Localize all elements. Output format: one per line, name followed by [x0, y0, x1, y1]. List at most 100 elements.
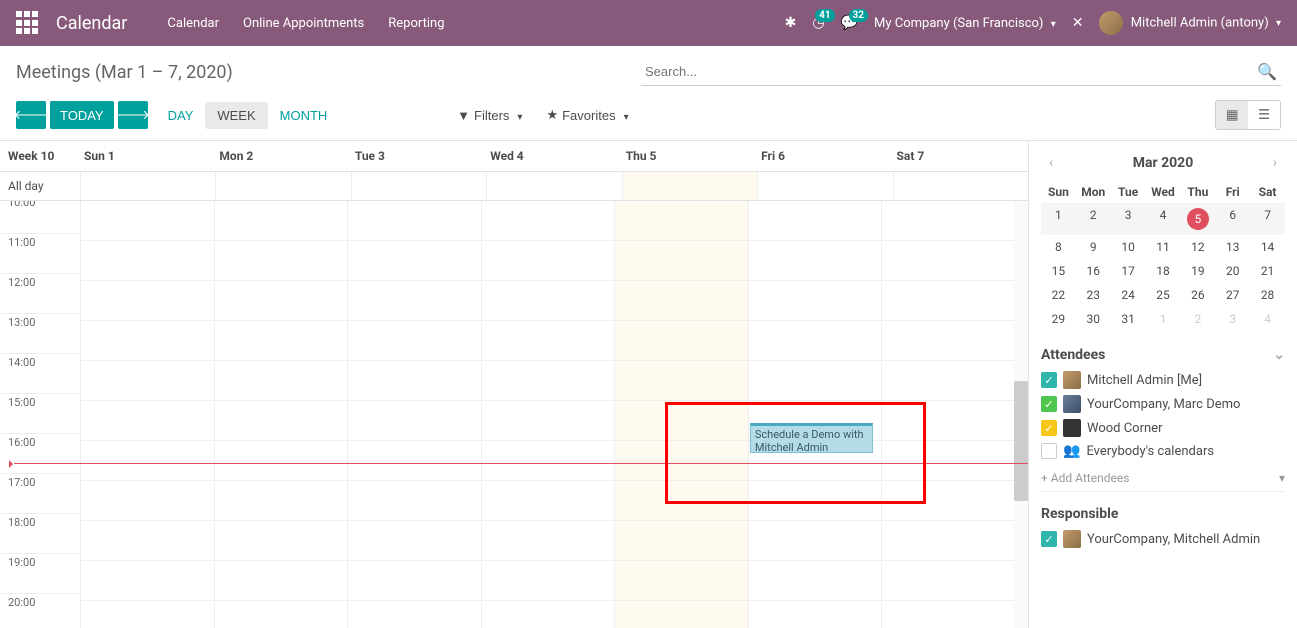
- day-header-mon[interactable]: Mon 2: [215, 141, 350, 171]
- favorites-button[interactable]: ★ Favorites: [546, 107, 628, 123]
- day-header-wed[interactable]: Wed 4: [486, 141, 621, 171]
- mini-day[interactable]: 10: [1111, 235, 1146, 259]
- filters-button[interactable]: ▼ Filters: [457, 107, 522, 123]
- nav-menu-reporting[interactable]: Reporting: [388, 16, 444, 31]
- calendar-view-button[interactable]: ▦: [1216, 101, 1248, 129]
- attendee-item[interactable]: ✓Mitchell Admin [Me]: [1041, 371, 1285, 389]
- mini-day[interactable]: 1: [1041, 203, 1076, 235]
- checkbox-icon[interactable]: ✓: [1041, 372, 1057, 388]
- list-view-button[interactable]: ☰: [1248, 101, 1280, 129]
- mini-day[interactable]: 30: [1076, 307, 1111, 331]
- allday-cell[interactable]: [80, 172, 215, 200]
- mini-day[interactable]: 26: [1180, 283, 1215, 307]
- day-header-thu[interactable]: Thu 5: [622, 141, 757, 171]
- mini-day[interactable]: 19: [1180, 259, 1215, 283]
- day-column[interactable]: [881, 201, 1015, 628]
- mini-day[interactable]: 7: [1250, 203, 1285, 235]
- scale-month-button[interactable]: MONTH: [268, 102, 340, 129]
- mini-prev-button[interactable]: ‹: [1041, 155, 1061, 171]
- user-menu[interactable]: Mitchell Admin (antony): [1099, 11, 1281, 35]
- day-header-tue[interactable]: Tue 3: [351, 141, 486, 171]
- allday-cell[interactable]: [486, 172, 621, 200]
- mini-day[interactable]: 13: [1215, 235, 1250, 259]
- mini-day[interactable]: 22: [1041, 283, 1076, 307]
- mini-day[interactable]: 27: [1215, 283, 1250, 307]
- checkbox-icon[interactable]: ✓: [1041, 531, 1057, 547]
- mini-day[interactable]: 17: [1111, 259, 1146, 283]
- mini-day[interactable]: 18: [1146, 259, 1181, 283]
- search-input[interactable]: [641, 58, 1281, 86]
- bug-icon[interactable]: ✱: [785, 15, 797, 31]
- checkbox-icon[interactable]: [1041, 443, 1057, 459]
- mini-day[interactable]: 9: [1076, 235, 1111, 259]
- add-attendee-input[interactable]: + Add Attendees ▾: [1041, 465, 1285, 492]
- allday-cell[interactable]: [893, 172, 1028, 200]
- mini-day[interactable]: 5: [1180, 203, 1215, 235]
- mini-day[interactable]: 14: [1250, 235, 1285, 259]
- mini-day[interactable]: 16: [1076, 259, 1111, 283]
- today-button[interactable]: TODAY: [50, 101, 114, 129]
- day-column[interactable]: [481, 201, 615, 628]
- scrollbar-thumb[interactable]: [1014, 381, 1028, 501]
- mini-day[interactable]: 11: [1146, 235, 1181, 259]
- search-icon[interactable]: 🔍: [1257, 62, 1277, 81]
- mini-day[interactable]: 21: [1250, 259, 1285, 283]
- messages-icon[interactable]: 💬 32: [841, 15, 858, 31]
- allday-cell[interactable]: [757, 172, 892, 200]
- mini-day[interactable]: 31: [1111, 307, 1146, 331]
- mini-day[interactable]: 29: [1041, 307, 1076, 331]
- mini-day[interactable]: 8: [1041, 235, 1076, 259]
- scale-week-button[interactable]: WEEK: [205, 102, 267, 129]
- activities-icon[interactable]: ◷ 41: [812, 15, 824, 31]
- mini-day[interactable]: 12: [1180, 235, 1215, 259]
- day-header-fri[interactable]: Fri 6: [757, 141, 892, 171]
- debug-icon[interactable]: ✕: [1072, 15, 1084, 31]
- mini-day[interactable]: 2: [1180, 307, 1215, 331]
- allday-cell[interactable]: [215, 172, 350, 200]
- allday-cell[interactable]: [351, 172, 486, 200]
- mini-day[interactable]: 4: [1250, 307, 1285, 331]
- mini-day[interactable]: 3: [1215, 307, 1250, 331]
- mini-day[interactable]: 23: [1076, 283, 1111, 307]
- day-header-sat[interactable]: Sat 7: [893, 141, 1028, 171]
- mini-day[interactable]: 28: [1250, 283, 1285, 307]
- attendee-item[interactable]: ✓ YourCompany, Marc Demo: [1041, 395, 1285, 413]
- mini-day[interactable]: 20: [1215, 259, 1250, 283]
- attendee-item[interactable]: ✓Wood Corner: [1041, 419, 1285, 437]
- day-column[interactable]: [614, 201, 748, 628]
- day-column[interactable]: [80, 201, 214, 628]
- day-column[interactable]: [347, 201, 481, 628]
- responsible-item[interactable]: ✓ YourCompany, Mitchell Admin: [1041, 530, 1285, 548]
- mini-day[interactable]: 1: [1146, 307, 1181, 331]
- scale-day-button[interactable]: DAY: [156, 102, 206, 129]
- mini-next-button[interactable]: ›: [1265, 155, 1285, 171]
- allday-label: All day: [0, 175, 80, 197]
- attendee-everybody[interactable]: 👥 Everybody's calendars: [1041, 443, 1285, 459]
- day-column[interactable]: [214, 201, 348, 628]
- mini-day[interactable]: 4: [1146, 203, 1181, 235]
- mini-day[interactable]: 6: [1215, 203, 1250, 235]
- checkbox-icon[interactable]: ✓: [1041, 420, 1057, 436]
- mini-day[interactable]: 24: [1111, 283, 1146, 307]
- checkbox-icon[interactable]: ✓: [1041, 396, 1057, 412]
- calendar-grid[interactable]: 10:0011:0012:0013:0014:0015:0016:0017:00…: [0, 201, 1028, 628]
- mini-day[interactable]: 15: [1041, 259, 1076, 283]
- day-header-sun[interactable]: Sun 1: [80, 141, 215, 171]
- prev-button[interactable]: 🡐: [16, 101, 46, 129]
- next-button[interactable]: 🡒: [118, 101, 148, 129]
- nav-menu-calendar[interactable]: Calendar: [167, 16, 219, 31]
- mini-day[interactable]: 3: [1111, 203, 1146, 235]
- company-switcher[interactable]: My Company (San Francisco): [874, 16, 1056, 31]
- scrollbar-track[interactable]: [1014, 201, 1028, 628]
- allday-cell[interactable]: [622, 172, 757, 200]
- avatar-icon: [1063, 530, 1081, 548]
- calendar-event[interactable]: Schedule a Demo with Mitchell Admin: [750, 423, 874, 453]
- day-column[interactable]: [748, 201, 882, 628]
- apps-icon[interactable]: [16, 11, 40, 35]
- mini-day[interactable]: 2: [1076, 203, 1111, 235]
- chevron-down-icon[interactable]: ⌄: [1273, 347, 1285, 363]
- main-area: Week 10 Sun 1 Mon 2 Tue 3 Wed 4 Thu 5 Fr…: [0, 141, 1297, 628]
- attendee-name: YourCompany, Marc Demo: [1087, 397, 1240, 412]
- nav-menu-online-appointments[interactable]: Online Appointments: [243, 16, 364, 31]
- mini-day[interactable]: 25: [1146, 283, 1181, 307]
